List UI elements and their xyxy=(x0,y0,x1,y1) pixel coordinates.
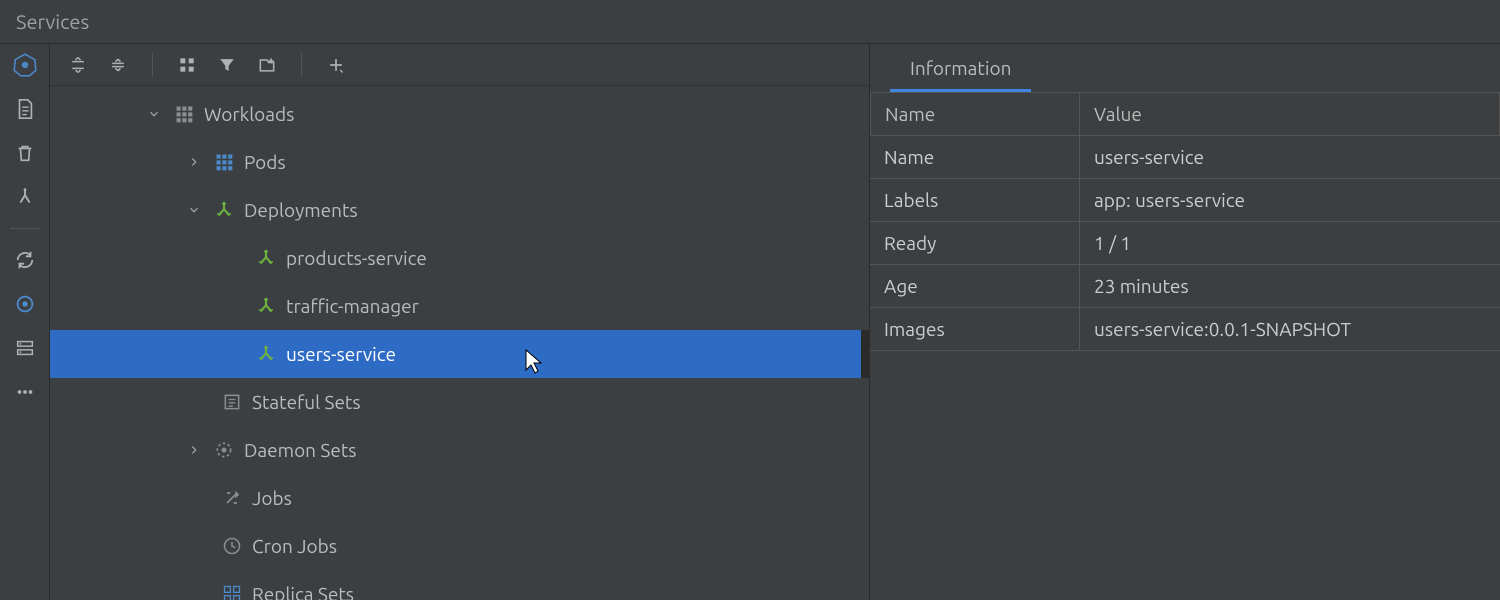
tree-label: traffic-manager xyxy=(282,295,419,317)
title-bar: Services xyxy=(0,0,1500,44)
main-area: Workloads Pods Deployments products-serv… xyxy=(0,44,1500,600)
deployment-icon xyxy=(250,248,282,268)
tree-node-deployment-item-selected[interactable]: users-service xyxy=(50,330,869,378)
routes-icon[interactable] xyxy=(12,184,38,210)
servers-icon[interactable] xyxy=(12,335,38,361)
tree-label: Daemon Sets xyxy=(240,439,357,461)
tree-node-pods[interactable]: Pods xyxy=(50,138,869,186)
col-header-name: Name xyxy=(870,92,1080,136)
tree-toolbar xyxy=(50,44,869,86)
tree-label: Workloads xyxy=(200,103,294,125)
jobs-icon xyxy=(216,488,248,508)
tab-label: Information xyxy=(910,57,1011,79)
filter-icon[interactable] xyxy=(215,53,239,77)
statefulset-icon xyxy=(216,392,248,412)
deployment-icon xyxy=(250,296,282,316)
grid-icon[interactable] xyxy=(175,53,199,77)
toolbar-separator xyxy=(152,53,153,77)
row-value: users-service xyxy=(1080,136,1500,179)
tree-node-deployment-item[interactable]: products-service xyxy=(50,234,869,282)
kubernetes-icon[interactable] xyxy=(12,52,38,78)
tree-node-statefulsets[interactable]: Stateful Sets xyxy=(50,378,869,426)
tree-panel: Workloads Pods Deployments products-serv… xyxy=(50,44,870,600)
expand-all-icon[interactable] xyxy=(66,53,90,77)
tree: Workloads Pods Deployments products-serv… xyxy=(50,86,869,600)
tree-label: Pods xyxy=(240,151,286,173)
document-icon[interactable] xyxy=(12,96,38,122)
tree-label: Deployments xyxy=(240,199,358,221)
row-key: Ready xyxy=(870,222,1080,265)
tab-strip: Information xyxy=(870,44,1500,92)
row-value: 23 minutes xyxy=(1080,265,1500,308)
cronjobs-icon xyxy=(216,536,248,556)
chevron-right-icon xyxy=(180,155,208,169)
row-key: Labels xyxy=(870,179,1080,222)
more-icon[interactable] xyxy=(12,379,38,405)
panel-title: Services xyxy=(16,10,89,33)
refresh-icon[interactable] xyxy=(12,247,38,273)
detail-panel: Information Name Value Name users-servic… xyxy=(870,44,1500,600)
tree-node-cronjobs[interactable]: Cron Jobs xyxy=(50,522,869,570)
workloads-icon xyxy=(168,104,200,124)
rail-separator xyxy=(10,228,40,229)
deployment-icon xyxy=(208,200,240,220)
row-value: users-service:0.0.1-SNAPSHOT xyxy=(1080,308,1500,351)
chevron-down-icon xyxy=(140,107,168,121)
tree-node-replicasets[interactable]: Replica Sets xyxy=(50,570,869,600)
side-rail xyxy=(0,44,50,600)
tree-label: products-service xyxy=(282,247,427,269)
tree-node-jobs[interactable]: Jobs xyxy=(50,474,869,522)
tree-node-workloads[interactable]: Workloads xyxy=(50,90,869,138)
tree-label: Replica Sets xyxy=(248,583,354,600)
selection-edge xyxy=(861,330,869,378)
replicaset-icon xyxy=(216,584,248,600)
toolbar-separator xyxy=(301,53,302,77)
row-key: Images xyxy=(870,308,1080,351)
tree-node-deployment-item[interactable]: traffic-manager xyxy=(50,282,869,330)
tree-label: Jobs xyxy=(248,487,292,509)
collapse-all-icon[interactable] xyxy=(106,53,130,77)
add-tab-icon[interactable] xyxy=(255,53,279,77)
info-table: Name Value Name users-service Labels app… xyxy=(870,92,1500,351)
tree-node-daemonsets[interactable]: Daemon Sets xyxy=(50,426,869,474)
target-icon[interactable] xyxy=(12,291,38,317)
pods-icon xyxy=(208,152,240,172)
chevron-down-icon xyxy=(180,203,208,217)
col-header-value: Value xyxy=(1080,92,1500,136)
daemonset-icon xyxy=(208,440,240,460)
tab-information[interactable]: Information xyxy=(890,47,1031,92)
row-key: Age xyxy=(870,265,1080,308)
tree-label: Stateful Sets xyxy=(248,391,361,413)
chevron-right-icon xyxy=(180,443,208,457)
tree-label: Cron Jobs xyxy=(248,535,337,557)
row-value: 1 / 1 xyxy=(1080,222,1500,265)
row-value: app: users-service xyxy=(1080,179,1500,222)
deployment-icon xyxy=(250,344,282,364)
trash-icon[interactable] xyxy=(12,140,38,166)
add-icon[interactable] xyxy=(324,53,348,77)
tree-node-deployments[interactable]: Deployments xyxy=(50,186,869,234)
tree-label: users-service xyxy=(282,343,396,365)
row-key: Name xyxy=(870,136,1080,179)
